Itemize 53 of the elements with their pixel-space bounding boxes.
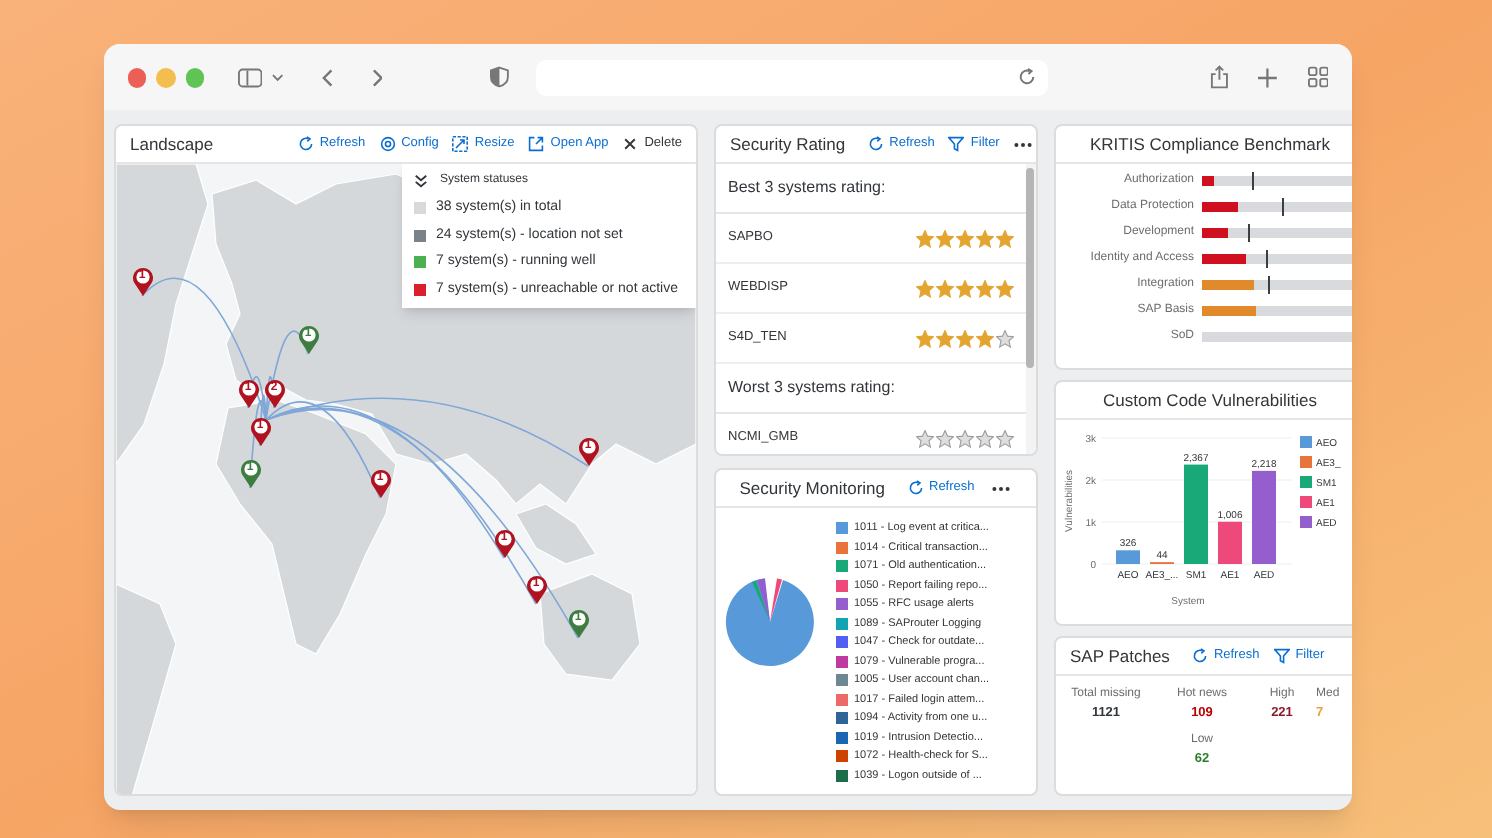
filled-star-icon (996, 229, 1014, 247)
plus-icon[interactable] (1258, 67, 1278, 87)
reload-icon[interactable] (1017, 68, 1036, 86)
legend-swatch (1300, 496, 1312, 508)
chevron-down-icon[interactable] (272, 73, 285, 81)
legend-swatch (1300, 436, 1312, 448)
filled-star-icon (936, 229, 954, 247)
more-icon (1013, 141, 1032, 147)
panel-title: KRITIS Compliance Benchmark (1090, 131, 1330, 157)
panel-title: Landscape (130, 131, 216, 157)
filled-star-icon (936, 329, 954, 347)
back-icon[interactable] (322, 67, 334, 87)
bar (1116, 550, 1140, 564)
legend-swatch (1300, 516, 1312, 528)
scrollbar-thumb[interactable] (1026, 168, 1034, 368)
filled-star-icon (996, 279, 1014, 297)
resize-icon (452, 136, 469, 152)
filled-star-icon (916, 279, 934, 297)
close-icon (622, 136, 639, 152)
panel-title: Security Monitoring (739, 475, 885, 501)
tabs-overview-icon[interactable] (1307, 66, 1329, 88)
forward-icon[interactable] (371, 67, 383, 87)
bar (1252, 470, 1276, 564)
bar (1184, 464, 1208, 564)
filled-star-icon (916, 329, 934, 347)
refresh-icon (907, 480, 923, 496)
legend-swatch (1300, 456, 1312, 468)
filled-star-icon (936, 279, 954, 297)
bar (1218, 521, 1242, 564)
refresh-icon (297, 136, 314, 152)
filled-star-icon (956, 229, 974, 247)
filled-star-icon (916, 229, 934, 247)
close-window-button[interactable] (128, 67, 147, 87)
refresh-icon (867, 136, 884, 152)
panel-title: Security Rating (730, 131, 846, 157)
shield-icon[interactable] (490, 66, 510, 88)
more-icon (991, 485, 1010, 491)
refresh-icon (1191, 648, 1208, 664)
filled-star-icon (956, 329, 974, 347)
filled-star-icon (976, 329, 994, 347)
open-external-icon (528, 136, 545, 152)
filter-icon (948, 136, 965, 152)
pie-chart-drawing (724, 576, 816, 668)
panel-title: SAP Patches (1070, 643, 1170, 669)
panel-title: Custom Code Vulnerabilities (1103, 387, 1317, 413)
filled-star-icon (956, 279, 974, 297)
filled-star-icon (976, 229, 994, 247)
legend-swatch (1300, 476, 1312, 488)
collapse-icon[interactable] (414, 174, 428, 188)
filter-icon (1273, 648, 1290, 664)
filled-star-icon (976, 279, 994, 297)
share-icon[interactable] (1209, 64, 1229, 90)
sidebar-icon[interactable] (238, 67, 263, 87)
